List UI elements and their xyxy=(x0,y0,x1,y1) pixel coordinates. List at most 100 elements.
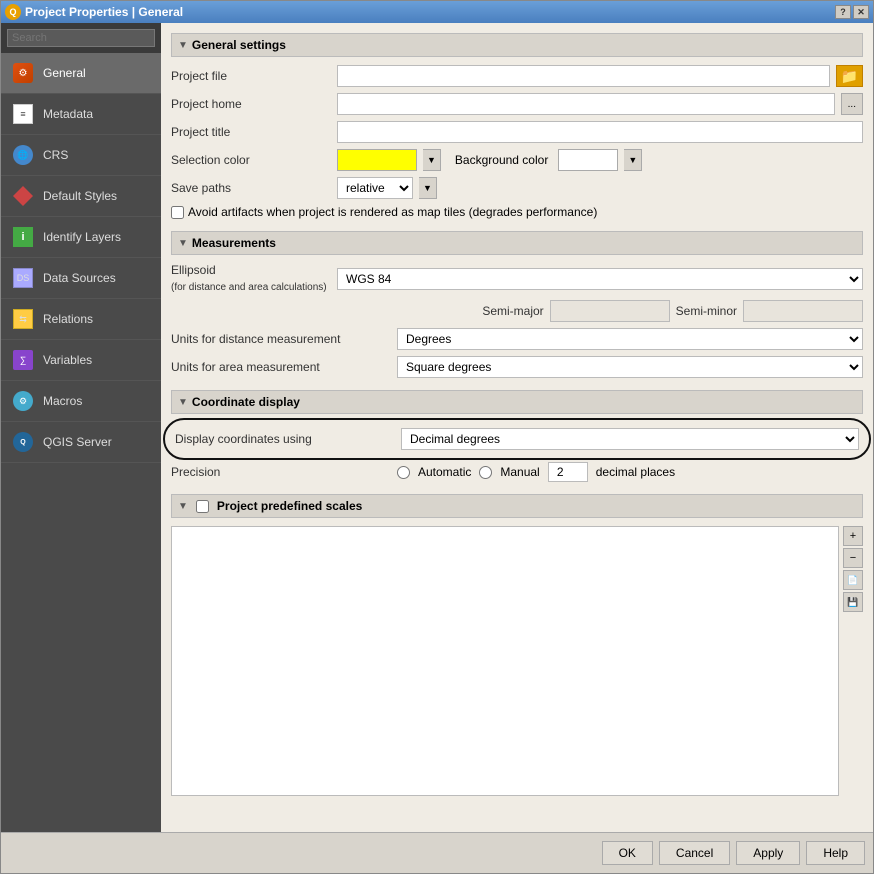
qgis-server-icon: Q xyxy=(11,430,35,454)
project-file-row: Project file 📁 xyxy=(171,65,863,87)
scales-list[interactable] xyxy=(171,526,839,796)
units-distance-label: Units for distance measurement xyxy=(171,332,391,346)
measurements-header[interactable]: ▼ Measurements xyxy=(171,231,863,255)
background-color-button[interactable] xyxy=(558,149,618,171)
help-icon-btn[interactable]: ? xyxy=(835,5,851,19)
project-title-input[interactable] xyxy=(337,121,863,143)
save-paths-arrow[interactable]: ▼ xyxy=(419,177,437,199)
ellipsoid-row: Ellipsoid(for distance and area calculat… xyxy=(171,263,863,294)
project-home-input[interactable] xyxy=(337,93,835,115)
ellipsoid-select[interactable]: WGS 84 xyxy=(337,268,863,290)
avoid-artifacts-label: Avoid artifacts when project is rendered… xyxy=(188,205,597,219)
precision-label: Precision xyxy=(171,465,391,479)
metadata-icon: ≡ xyxy=(11,102,35,126)
sidebar-label-general: General xyxy=(43,66,86,80)
sidebar-item-general[interactable]: ⚙ General xyxy=(1,53,161,94)
automatic-label: Automatic xyxy=(418,465,471,479)
sidebar-item-data-sources[interactable]: DS Data Sources xyxy=(1,258,161,299)
identify-layers-icon: i xyxy=(11,225,35,249)
precision-row: Precision Automatic Manual decimal place… xyxy=(171,462,863,482)
help-button[interactable]: Help xyxy=(806,841,865,865)
ok-button[interactable]: OK xyxy=(602,841,653,865)
units-distance-select[interactable]: Degrees xyxy=(397,328,863,350)
sidebar: ⚙ General ≡ Metadata 🌐 CRS D xyxy=(1,23,161,832)
scales-toolbar: + − 📄 💾 xyxy=(843,526,863,802)
sidebar-item-identify-layers[interactable]: i Identify Layers xyxy=(1,217,161,258)
predefined-scales-checkbox[interactable] xyxy=(196,500,209,513)
macros-icon: ⚙ xyxy=(11,389,35,413)
units-area-select[interactable]: Square degrees xyxy=(397,356,863,378)
cancel-button[interactable]: Cancel xyxy=(659,841,730,865)
precision-automatic-radio[interactable] xyxy=(397,466,410,479)
semi-minor-label: Semi-minor xyxy=(676,304,737,318)
display-using-select[interactable]: Decimal degrees xyxy=(401,428,859,450)
sidebar-label-data-sources: Data Sources xyxy=(43,271,116,285)
sidebar-item-macros[interactable]: ⚙ Macros xyxy=(1,381,161,422)
predefined-scales-header[interactable]: ▼ Project predefined scales xyxy=(171,494,863,518)
semi-minor-input: 6356752.314 xyxy=(743,300,863,322)
title-bar: Q Project Properties | General ? ✕ xyxy=(1,1,873,23)
add-scale-button[interactable]: + xyxy=(843,526,863,546)
sidebar-search-area xyxy=(1,23,161,53)
app-icon: Q xyxy=(5,4,21,20)
background-color-dropdown-button[interactable]: ▼ xyxy=(624,149,642,171)
general-settings-label: General settings xyxy=(192,38,286,52)
precision-value-input[interactable] xyxy=(548,462,588,482)
project-home-row: Project home ... xyxy=(171,93,863,115)
project-title-label: Project title xyxy=(171,125,331,139)
main-window: Q Project Properties | General ? ✕ ⚙ Gen… xyxy=(0,0,874,874)
units-area-label: Units for area measurement xyxy=(171,360,391,374)
save-paths-label: Save paths xyxy=(171,181,331,195)
apply-button[interactable]: Apply xyxy=(736,841,800,865)
sidebar-label-default-styles: Default Styles xyxy=(43,189,117,203)
relations-icon: ⇆ xyxy=(11,307,35,331)
sidebar-item-crs[interactable]: 🌐 CRS xyxy=(1,135,161,176)
display-using-label: Display coordinates using xyxy=(175,432,395,446)
crs-icon: 🌐 xyxy=(11,143,35,167)
precision-radio-group: Automatic Manual decimal places xyxy=(397,462,675,482)
project-file-browse-button[interactable]: 📁 xyxy=(836,65,863,87)
sidebar-label-identify-layers: Identify Layers xyxy=(43,230,121,244)
general-icon: ⚙ xyxy=(11,61,35,85)
main-content: ▼ General settings Project file 📁 Projec… xyxy=(161,23,873,832)
measurements-arrow: ▼ xyxy=(178,238,188,249)
sidebar-label-metadata: Metadata xyxy=(43,107,93,121)
sidebar-item-metadata[interactable]: ≡ Metadata xyxy=(1,94,161,135)
project-file-input[interactable] xyxy=(337,65,830,87)
sidebar-item-qgis-server[interactable]: Q QGIS Server xyxy=(1,422,161,463)
decimal-places-label: decimal places xyxy=(596,465,675,479)
general-settings-arrow: ▼ xyxy=(178,40,188,51)
coordinate-display-label: Coordinate display xyxy=(192,395,300,409)
avoid-artifacts-checkbox[interactable] xyxy=(171,206,184,219)
bottom-bar: OK Cancel Apply Help xyxy=(1,832,873,873)
content-area: ⚙ General ≡ Metadata 🌐 CRS D xyxy=(1,23,873,832)
coordinate-display-header[interactable]: ▼ Coordinate display xyxy=(171,390,863,414)
selection-color-dropdown-button[interactable]: ▼ xyxy=(423,149,441,171)
selection-color-button[interactable] xyxy=(337,149,417,171)
data-sources-icon: DS xyxy=(11,266,35,290)
sidebar-item-default-styles[interactable]: Default Styles xyxy=(1,176,161,217)
sidebar-item-variables[interactable]: ∑ Variables xyxy=(1,340,161,381)
remove-scale-button[interactable]: − xyxy=(843,548,863,568)
ellipsoid-dropdown-container: WGS 84 xyxy=(337,268,863,290)
close-btn[interactable]: ✕ xyxy=(853,5,869,19)
save-scales-button[interactable]: 💾 xyxy=(843,592,863,612)
precision-manual-radio[interactable] xyxy=(479,466,492,479)
manual-label: Manual xyxy=(500,465,539,479)
general-settings-header[interactable]: ▼ General settings xyxy=(171,33,863,57)
units-distance-row: Units for distance measurement Degrees xyxy=(171,328,863,350)
search-input[interactable] xyxy=(7,29,155,47)
project-home-browse-button[interactable]: ... xyxy=(841,93,863,115)
coordinate-display-section: Display coordinates using Decimal degree… xyxy=(171,422,863,456)
scales-area: + − 📄 💾 xyxy=(171,526,863,802)
sidebar-item-relations[interactable]: ⇆ Relations xyxy=(1,299,161,340)
semi-major-input: 6378137.000 xyxy=(550,300,670,322)
sidebar-label-relations: Relations xyxy=(43,312,93,326)
variables-icon: ∑ xyxy=(11,348,35,372)
predefined-scales-arrow: ▼ xyxy=(178,501,188,512)
save-paths-select[interactable]: relative absolute xyxy=(337,177,413,199)
default-styles-icon xyxy=(11,184,35,208)
project-title-row: Project title xyxy=(171,121,863,143)
project-file-label: Project file xyxy=(171,69,331,83)
load-scales-button[interactable]: 📄 xyxy=(843,570,863,590)
